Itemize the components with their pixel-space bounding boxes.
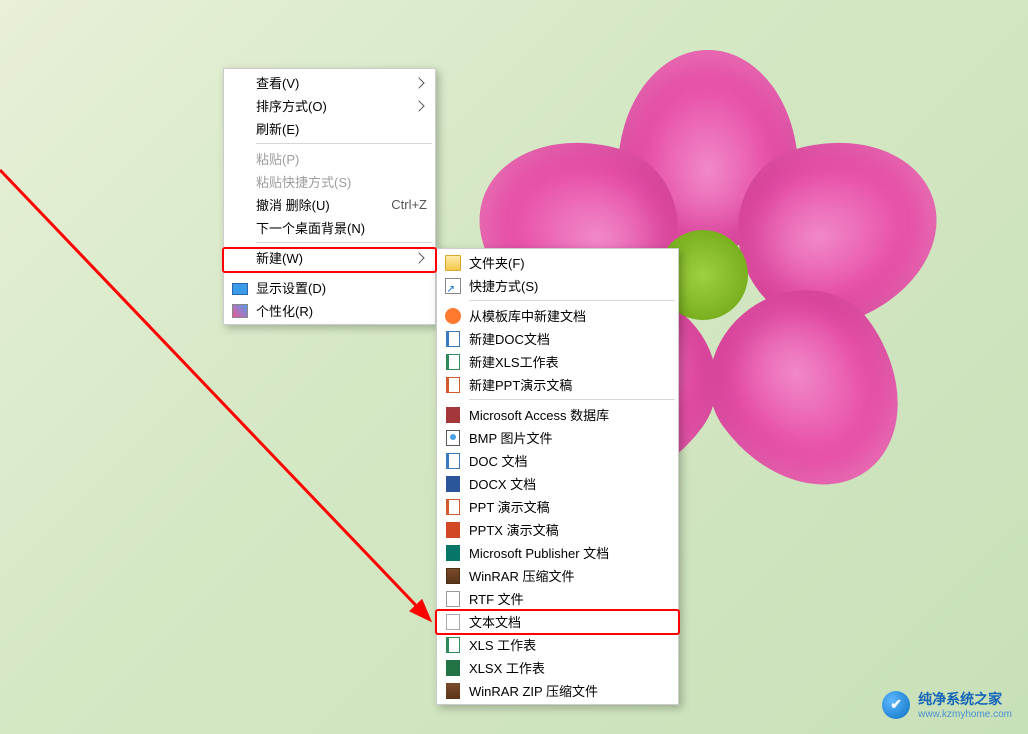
menu-label: 刷新(E) (256, 119, 427, 138)
menu-label: RTF 文件 (469, 589, 670, 608)
menu-item-new-doc[interactable]: 新建DOC文档 (439, 327, 676, 350)
menu-label: WinRAR ZIP 压缩文件 (469, 681, 670, 700)
menu-separator (256, 143, 432, 144)
ppt-icon (444, 498, 461, 515)
menu-item-winrar[interactable]: WinRAR 压缩文件 (439, 564, 676, 587)
menu-item-rtf[interactable]: RTF 文件 (439, 587, 676, 610)
menu-item-winrar-zip[interactable]: WinRAR ZIP 压缩文件 (439, 679, 676, 702)
watermark-title: 纯净系统之家 (918, 689, 1012, 709)
menu-label: 粘贴快捷方式(S) (256, 172, 427, 191)
menu-item-txt[interactable]: 文本文档 (439, 610, 676, 633)
menu-item-paste: 粘贴(P) (226, 147, 433, 170)
menu-label: DOC 文档 (469, 451, 670, 470)
watermark: 纯净系统之家 www.kzmyhome.com (882, 689, 1012, 720)
menu-item-undo-delete[interactable]: 撤消 删除(U) Ctrl+Z (226, 193, 433, 216)
menu-label: 新建DOC文档 (469, 329, 670, 348)
menu-label: 查看(V) (256, 73, 427, 92)
menu-label: 快捷方式(S) (469, 276, 670, 295)
doc-icon (444, 330, 461, 347)
menu-item-new-folder[interactable]: 文件夹(F) (439, 251, 676, 274)
menu-label: Microsoft Access 数据库 (469, 405, 670, 424)
menu-item-pptx[interactable]: PPTX 演示文稿 (439, 518, 676, 541)
menu-item-new[interactable]: 新建(W) (226, 246, 433, 269)
menu-item-new-xls[interactable]: 新建XLS工作表 (439, 350, 676, 373)
folder-icon (444, 254, 461, 271)
menu-item-docx[interactable]: DOCX 文档 (439, 472, 676, 495)
menu-item-doc[interactable]: DOC 文档 (439, 449, 676, 472)
menu-label: WinRAR 压缩文件 (469, 566, 670, 585)
menu-item-bmp[interactable]: BMP 图片文件 (439, 426, 676, 449)
bmp-icon (444, 429, 461, 446)
menu-item-template-doc[interactable]: 从模板库中新建文档 (439, 304, 676, 327)
menu-separator (469, 300, 675, 301)
menu-item-access[interactable]: Microsoft Access 数据库 (439, 403, 676, 426)
access-icon (444, 406, 461, 423)
menu-label: Microsoft Publisher 文档 (469, 543, 670, 562)
shortcut-icon (444, 277, 461, 294)
rtf-icon (444, 590, 461, 607)
desktop-context-menu: 查看(V) 排序方式(O) 刷新(E) 粘贴(P) 粘贴快捷方式(S) 撤消 删… (223, 68, 436, 325)
menu-label: 新建XLS工作表 (469, 352, 670, 371)
doc-icon (444, 452, 461, 469)
menu-label: 文件夹(F) (469, 253, 670, 272)
menu-separator (469, 399, 675, 400)
menu-label: 排序方式(O) (256, 96, 427, 115)
menu-item-new-shortcut[interactable]: 快捷方式(S) (439, 274, 676, 297)
menu-label: PPT 演示文稿 (469, 497, 670, 516)
menu-label: 显示设置(D) (256, 278, 427, 297)
menu-item-sort[interactable]: 排序方式(O) (226, 94, 433, 117)
display-icon (231, 279, 248, 296)
publisher-icon (444, 544, 461, 561)
menu-item-display-settings[interactable]: 显示设置(D) (226, 276, 433, 299)
menu-item-new-ppt[interactable]: 新建PPT演示文稿 (439, 373, 676, 396)
menu-label: DOCX 文档 (469, 474, 670, 493)
menu-item-refresh[interactable]: 刷新(E) (226, 117, 433, 140)
menu-label: 撤消 删除(U) (256, 195, 371, 214)
menu-label: 新建(W) (256, 248, 427, 267)
menu-label: PPTX 演示文稿 (469, 520, 670, 539)
winrar-zip-icon (444, 682, 461, 699)
menu-label: 文本文档 (469, 612, 670, 631)
xls-icon (444, 636, 461, 653)
xlsx-icon (444, 659, 461, 676)
menu-label: XLSX 工作表 (469, 658, 670, 677)
menu-separator (256, 272, 432, 273)
personalize-icon (231, 302, 248, 319)
menu-item-publisher[interactable]: Microsoft Publisher 文档 (439, 541, 676, 564)
menu-label: 粘贴(P) (256, 149, 427, 168)
xls-icon (444, 353, 461, 370)
menu-shortcut: Ctrl+Z (391, 197, 427, 212)
menu-item-xls[interactable]: XLS 工作表 (439, 633, 676, 656)
menu-label: 新建PPT演示文稿 (469, 375, 670, 394)
menu-label: 下一个桌面背景(N) (256, 218, 427, 237)
menu-item-xlsx[interactable]: XLSX 工作表 (439, 656, 676, 679)
new-submenu: 文件夹(F) 快捷方式(S) 从模板库中新建文档 新建DOC文档 新建XLS工作… (436, 248, 679, 705)
menu-item-paste-shortcut: 粘贴快捷方式(S) (226, 170, 433, 193)
menu-item-view[interactable]: 查看(V) (226, 71, 433, 94)
watermark-icon (882, 691, 910, 719)
menu-item-ppt[interactable]: PPT 演示文稿 (439, 495, 676, 518)
wps-icon (444, 307, 461, 324)
menu-label: XLS 工作表 (469, 635, 670, 654)
menu-item-personalize[interactable]: 个性化(R) (226, 299, 433, 322)
watermark-url: www.kzmyhome.com (918, 709, 1012, 720)
docx-icon (444, 475, 461, 492)
txt-icon (444, 613, 461, 630)
pptx-icon (444, 521, 461, 538)
menu-separator (256, 242, 432, 243)
menu-label: BMP 图片文件 (469, 428, 670, 447)
ppt-icon (444, 376, 461, 393)
menu-label: 个性化(R) (256, 301, 427, 320)
menu-item-next-background[interactable]: 下一个桌面背景(N) (226, 216, 433, 239)
menu-label: 从模板库中新建文档 (469, 306, 670, 325)
winrar-icon (444, 567, 461, 584)
